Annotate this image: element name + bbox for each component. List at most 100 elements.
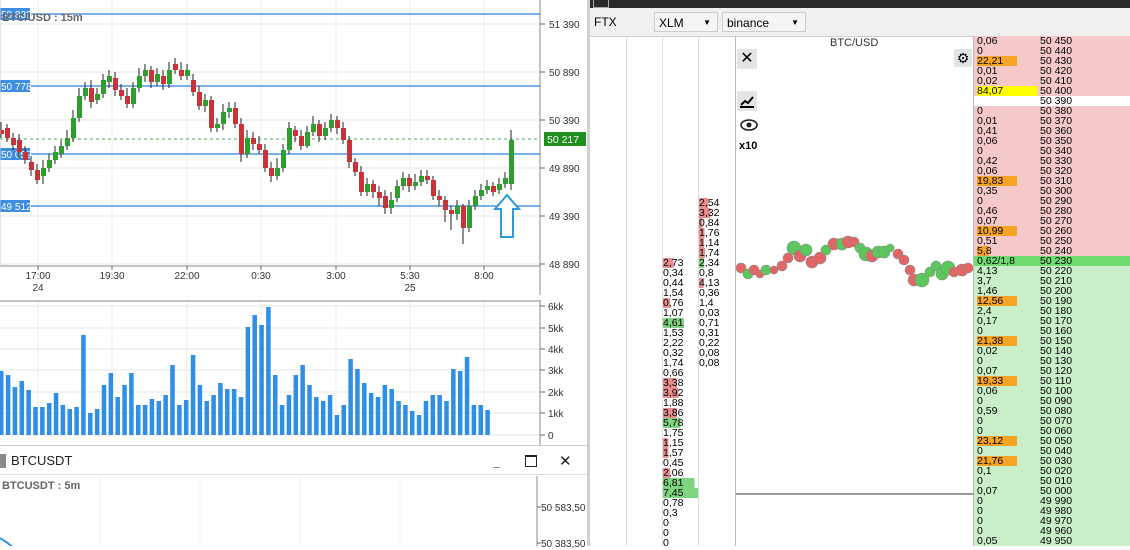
minimize-icon[interactable]: _ [493, 454, 500, 469]
candle [0, 130, 4, 134]
volume-bar [485, 410, 490, 435]
candle [347, 140, 352, 162]
time-tick-label: 0:30 [251, 271, 271, 282]
candle [137, 76, 142, 88]
candle [113, 78, 118, 90]
volume-bar [190, 355, 196, 435]
candle [353, 162, 358, 172]
current-price-highlight [1107, 256, 1130, 266]
candle [263, 150, 268, 168]
candle [35, 170, 40, 180]
symbol-value: XLM [659, 16, 684, 30]
volume-bar [334, 415, 340, 435]
price-chart-panel[interactable]: 51 390 50 890 50 390 49 890 49 390 48 890 17:0… [0, 0, 590, 300]
volume-bar [286, 395, 292, 435]
trade-bubble [898, 254, 910, 266]
candle [413, 182, 418, 186]
price-tick-label: 48 890 [549, 260, 580, 271]
candle [359, 172, 364, 192]
price-level-label: 49 512 [1, 202, 32, 213]
trades-bubble-chart[interactable] [736, 36, 973, 546]
candle [125, 96, 130, 104]
cluster-column-b: 2,54 3,32 0,84 1,76 1,14 1,74 2,34 0,8 4,13 0,36 1… [699, 198, 735, 368]
exchange-b-select[interactable]: binance ▼ [722, 12, 806, 32]
exchange-b-value: binance [727, 16, 770, 30]
volume-tick-label: 0 [548, 431, 554, 442]
price-level-label: 50 778 [1, 82, 32, 93]
candle [203, 100, 208, 106]
volume-bar [108, 373, 114, 435]
volume-tick-label: 2kk [548, 388, 565, 399]
volume-bar [416, 415, 422, 435]
volume-bar [396, 401, 401, 435]
volume-bar [430, 395, 436, 435]
toolbar: FTX XLM ▼ binance ▼ [590, 8, 1130, 37]
candle [317, 124, 322, 136]
volume-bar [94, 409, 100, 435]
candle [389, 200, 394, 208]
candle [239, 124, 244, 154]
candle [83, 88, 88, 96]
btcusdt-mini-chart[interactable] [0, 476, 587, 546]
candle [143, 70, 148, 76]
candle [47, 160, 52, 168]
candle [215, 124, 220, 128]
volume-bar [355, 369, 360, 435]
ladder-price: 49 950 [1040, 535, 1073, 547]
trade-bubble [885, 243, 895, 253]
candle [221, 112, 226, 124]
close-icon[interactable]: ✕ [559, 452, 572, 470]
cluster-cell: 0,08 [699, 357, 720, 369]
volume-bar [259, 325, 264, 435]
volume-bar [12, 387, 18, 435]
volume-bar [0, 371, 4, 435]
btcusdt-window[interactable]: BTCUSDT _ ✕ BTCUSDT : 5m 50 583,50 50 38… [0, 445, 587, 550]
order-ladder[interactable]: 0,06 50 450 0 50 440 22,21 50 430 0,01 50 420 0,… [974, 36, 1130, 546]
candle [179, 70, 184, 76]
orderbook-panel[interactable]: FTX XLM ▼ binance ▼ BTC/USD ✕ x10 ⚙ 2,73 0,… [590, 0, 1130, 549]
volume-bar [252, 315, 257, 435]
volume-bar [327, 395, 333, 435]
window-icon [0, 454, 6, 468]
candle [233, 108, 238, 124]
volume-bar [60, 405, 66, 435]
volume-bar [451, 369, 456, 435]
volume-bar [444, 401, 449, 435]
candle [497, 184, 502, 190]
volume-chart-panel[interactable]: 6kk 5kk 4kk 3kk 2kk 1kk 0 [0, 300, 590, 445]
price-chart[interactable]: 51 390 50 890 50 390 49 890 49 390 48 890 17:0… [0, 0, 590, 300]
volume-bar [218, 383, 223, 435]
mini-price-curve [0, 537, 13, 546]
volume-bar [368, 393, 374, 435]
ladder-row[interactable]: 0,05 49 950 [974, 536, 1130, 546]
volume-tick-label: 3kk [548, 366, 565, 377]
candle [119, 90, 124, 96]
volume-bar [382, 385, 388, 435]
candle [437, 196, 442, 200]
candle [11, 138, 16, 145]
candle [53, 152, 58, 160]
candle [473, 196, 478, 206]
volume-tick-label: 6kk [548, 302, 565, 313]
window-title: BTCUSDT [11, 453, 73, 468]
symbol-select[interactable]: XLM ▼ [654, 12, 718, 32]
candle [509, 140, 514, 184]
maximize-icon[interactable] [525, 455, 537, 467]
candle [197, 92, 202, 106]
candle [323, 128, 328, 136]
candle [419, 176, 424, 182]
volume-bar [266, 307, 271, 435]
candle [485, 186, 490, 190]
cluster-cell: 0 [663, 537, 669, 549]
candle [467, 206, 472, 228]
candle [77, 96, 82, 118]
exchange-a-select[interactable]: FTX [590, 12, 650, 32]
window-titlebar[interactable]: BTCUSDT _ ✕ [0, 448, 587, 475]
volume-bar [307, 385, 312, 435]
volume-bar [314, 397, 319, 435]
volume-bar [279, 405, 285, 435]
candle [209, 100, 214, 128]
volume-bar [19, 381, 25, 435]
ladder-volume: 23,12 [977, 436, 1017, 446]
volume-chart[interactable]: 6kk 5kk 4kk 3kk 2kk 1kk 0 [0, 300, 590, 445]
